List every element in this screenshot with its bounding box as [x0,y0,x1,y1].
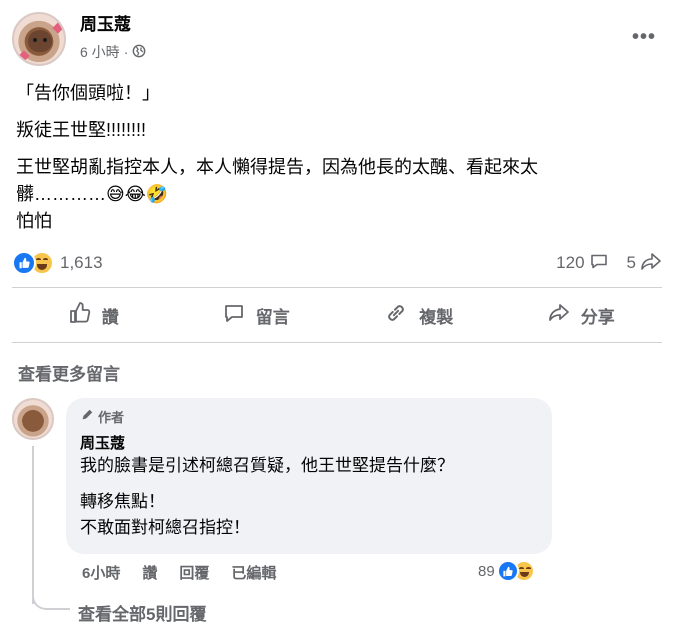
comment-like-button[interactable]: 讚 [142,562,157,583]
like-reaction-icon [12,251,36,275]
share-icon [547,301,571,330]
copy-label: 複製 [419,307,454,327]
post-line: 髒…………😅😂🤣 [16,184,169,204]
comment-bubble: 作者 周玉蔻 我的臉書是引述柯總召質疑，他王世堅提告什麼？ 轉移焦點！ 不敢面對… [66,398,552,554]
like-label: 讚 [101,307,119,327]
meta-separator: · [123,44,129,60]
comment-label: 留言 [255,307,290,327]
thread-connector [32,586,70,610]
pencil-icon [80,408,94,425]
comment-bubble-icon [589,251,609,276]
more-options-icon[interactable]: ••• [632,26,656,49]
post-line: 叛徒王世堅!!!!!!!! [16,120,147,140]
globe-icon [132,44,146,61]
view-all-replies-link[interactable]: 查看全部5則回覆 [78,600,206,625]
commenter-avatar[interactable] [12,398,54,440]
divider [12,342,662,343]
post-time[interactable]: 6 小時 [80,42,120,62]
view-more-comments-link[interactable]: 查看更多留言 [18,360,120,385]
share-count[interactable]: 5 [627,251,662,276]
comment-author[interactable]: 周玉蔻 [80,432,538,453]
comment-line: 我的臉書是引述柯總召質疑，他王世堅提告什麼？ [80,456,454,475]
thread-line [32,446,34,604]
like-reaction-icon [496,560,519,582]
share-count-value: 5 [626,253,636,272]
share-arrow-icon [640,251,662,276]
copy-button[interactable]: 複製 [337,293,500,337]
post-header: 周玉蔻 6 小時 · [12,12,146,66]
share-button[interactable]: 分享 [500,293,663,337]
link-icon [383,300,409,331]
post-actions: 讚 留言 複製 分享 [12,293,662,337]
comment-reactions[interactable]: 89 [478,560,535,582]
reaction-icons[interactable]: 1,613 [12,251,103,275]
reactions-summary: 1,613 120 5 [12,250,662,276]
comment-count-value: 120 [556,253,585,272]
author-avatar[interactable] [12,12,66,66]
divider [12,287,662,288]
author-badge-label: 作者 [98,410,125,425]
comment-icon [222,301,246,330]
post-body: 「告你個頭啦！」 叛徒王世堅!!!!!!!! 王世堅胡亂指控本人，本人懶得提告，… [16,80,646,235]
comment-reaction-count: 89 [478,562,495,580]
thumbs-up-icon [68,301,92,330]
post-line: 王世堅胡亂指控本人，本人懶得提告，因為他長的太醜、看起來太 [16,157,538,177]
post-meta: 6 小時 · [80,42,146,62]
comment-line: 不敢面對柯總召指控！ [80,518,250,537]
comment-line: 轉移焦點！ [80,492,165,511]
comment-time[interactable]: 6小時 [82,562,120,583]
post-line: 怕怕 [16,211,52,231]
comment-count[interactable]: 120 [556,251,608,276]
comment-actions: 6小時 讚 回覆 已編輯 [82,562,276,583]
author-name[interactable]: 周玉蔻 [80,14,146,36]
comment-text: 我的臉書是引述柯總召質疑，他王世堅提告什麼？ 轉移焦點！ 不敢面對柯總召指控！ [80,453,538,541]
post-line: 「告你個頭啦！」 [16,83,160,103]
like-button[interactable]: 讚 [12,293,175,337]
reaction-count[interactable]: 1,613 [60,253,103,273]
comment-button[interactable]: 留言 [175,293,338,337]
comment-reply-button[interactable]: 回覆 [179,562,209,583]
author-badge: 作者 [80,407,538,426]
edited-label[interactable]: 已編輯 [231,562,276,583]
share-label: 分享 [580,307,615,327]
